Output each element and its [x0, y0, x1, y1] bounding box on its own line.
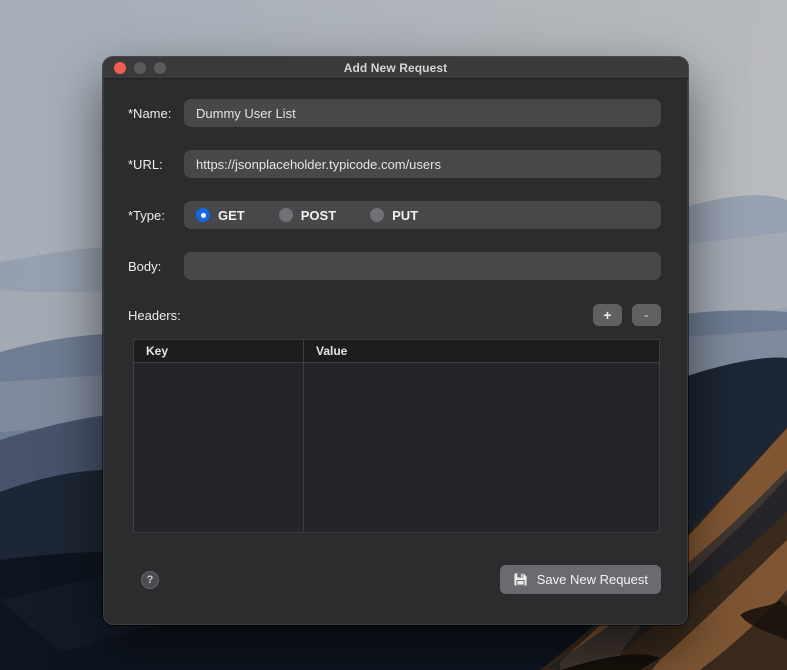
name-label: *Name: — [128, 105, 172, 121]
radio-put-label: PUT — [392, 207, 419, 223]
headers-table[interactable]: Key Value — [133, 339, 660, 533]
key-column-body[interactable] — [134, 363, 304, 532]
radio-unselected-icon — [278, 208, 293, 222]
form-content: *Name: *URL: *Type: GET POST PUT — [103, 79, 688, 594]
headers-table-header: Key Value — [134, 340, 659, 363]
radio-unselected-icon — [370, 208, 385, 222]
headers-row: Headers: + - — [128, 303, 661, 327]
name-row: *Name: — [128, 99, 661, 127]
key-column-header: Key — [134, 340, 304, 362]
remove-header-button[interactable]: - — [632, 304, 661, 326]
value-column-header: Value — [316, 344, 348, 358]
close-button[interactable] — [114, 61, 126, 74]
help-button[interactable]: ? — [141, 570, 159, 589]
window-titlebar[interactable]: Add New Request — [103, 57, 688, 79]
minimize-button[interactable] — [134, 61, 146, 74]
headers-table-body[interactable] — [134, 363, 659, 532]
radio-selected-icon — [196, 208, 210, 222]
body-input[interactable] — [184, 252, 661, 280]
save-new-request-button[interactable]: Save New Request — [499, 565, 661, 594]
radio-post-label: POST — [300, 207, 337, 223]
headers-label: Headers: — [128, 307, 181, 323]
add-new-request-window: Add New Request *Name: *URL: *Type: GET … — [103, 57, 688, 625]
zoom-button[interactable] — [154, 61, 166, 74]
radio-option-put[interactable]: PUT — [370, 208, 418, 223]
type-label: *Type: — [128, 207, 165, 223]
url-row: *URL: — [128, 150, 661, 178]
type-radio-group: GET POST PUT — [184, 201, 661, 229]
url-input[interactable] — [184, 150, 661, 178]
save-button-label: Save New Request — [536, 572, 648, 587]
value-column-body[interactable] — [304, 363, 659, 532]
radio-option-post[interactable]: POST — [278, 207, 337, 223]
radio-option-get[interactable]: GET — [196, 208, 245, 223]
window-title: Add New Request — [343, 60, 448, 75]
name-input[interactable] — [184, 99, 661, 127]
body-label: Body: — [128, 258, 162, 274]
radio-get-label: GET — [218, 207, 245, 223]
url-label: *URL: — [128, 156, 163, 172]
save-floppy-icon — [514, 573, 527, 586]
body-row: Body: — [128, 252, 661, 280]
traffic-lights — [114, 57, 166, 78]
footer: ? Save New Request — [128, 565, 661, 594]
type-row: *Type: GET POST PUT — [128, 201, 661, 229]
add-header-button[interactable]: + — [593, 304, 622, 326]
